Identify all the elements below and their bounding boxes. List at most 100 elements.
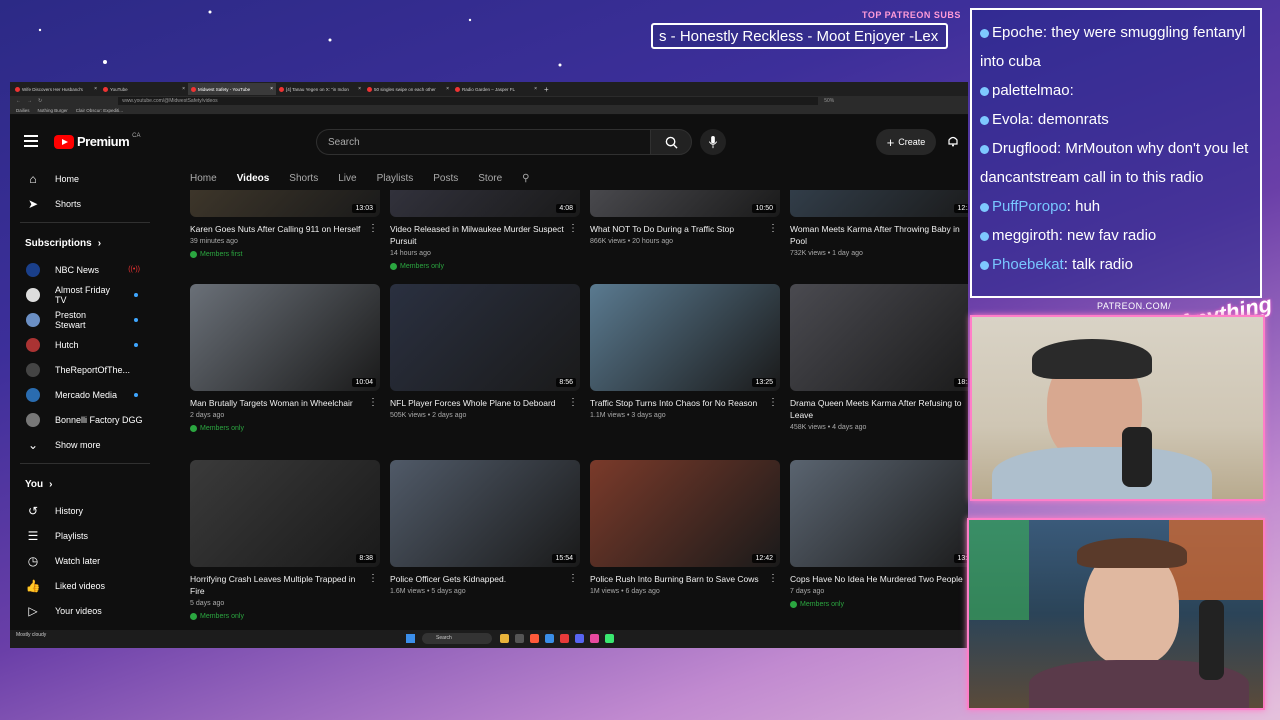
- chat-username[interactable]: PuffPoropo: [992, 198, 1067, 215]
- bookmark-item[interactable]: Clair Obscur: Expediti...: [76, 108, 123, 113]
- sidebar-item-subscription[interactable]: TheReportOfThe...: [10, 357, 160, 382]
- taskbar-search[interactable]: Search: [422, 633, 492, 644]
- video-card[interactable]: 15:54 Police Officer Gets Kidnapped. ⋮ 1.6M…: [390, 460, 580, 595]
- close-tab-icon[interactable]: ×: [358, 86, 361, 92]
- create-button[interactable]: + Create: [876, 129, 936, 155]
- url-field[interactable]: www.youtube.com/@MidwestSafety/videos: [118, 97, 819, 105]
- chat-username[interactable]: palettelmao: [992, 82, 1070, 99]
- video-title[interactable]: Traffic Stop Turns Into Chaos for No Rea…: [590, 397, 780, 409]
- browser-tab[interactable]: Midwest Safety - YouTube ×: [188, 83, 276, 95]
- sidebar-item-subscription[interactable]: Almost Friday TV: [10, 282, 160, 307]
- back-icon[interactable]: ←: [16, 98, 21, 104]
- video-thumbnail[interactable]: 13:25: [590, 284, 780, 391]
- browser-tab[interactable]: [4] Tanau Yegen on X: "in Indon ×: [276, 83, 364, 95]
- close-tab-icon[interactable]: ×: [94, 86, 97, 92]
- search-input[interactable]: Search: [316, 129, 650, 155]
- video-title[interactable]: Horrifying Crash Leaves Multiple Trapped…: [190, 573, 380, 597]
- video-thumbnail[interactable]: 4:08: [390, 190, 580, 217]
- forward-icon[interactable]: →: [27, 98, 32, 104]
- bookmark-item[interactable]: Nothing Burger: [38, 108, 68, 113]
- tab-videos[interactable]: Videos: [237, 173, 270, 184]
- video-card[interactable]: 10:04 Man Brutally Targets Woman in Wheel…: [190, 284, 380, 437]
- close-tab-icon[interactable]: ×: [182, 86, 185, 92]
- browser-tab[interactable]: Wife Discovers Her Husband's ×: [12, 83, 100, 95]
- more-actions-icon[interactable]: ⋮: [568, 573, 578, 584]
- sidebar-item-subscription[interactable]: NBC News ((•)): [10, 257, 160, 282]
- explorer-icon[interactable]: [500, 634, 509, 643]
- video-card[interactable]: 4:08 Video Released in Milwaukee Murder S…: [390, 190, 580, 275]
- video-thumbnail[interactable]: 13:...: [790, 460, 968, 567]
- tab-shorts[interactable]: Shorts: [289, 173, 318, 184]
- more-actions-icon[interactable]: ⋮: [768, 397, 778, 408]
- sidebar-item-history[interactable]: ↺ History: [10, 498, 160, 523]
- video-thumbnail[interactable]: 13:03: [190, 190, 380, 217]
- video-card[interactable]: 10:50 What NOT To Do During a Traffic Sto…: [590, 190, 780, 245]
- chat-username[interactable]: Epoche: [992, 24, 1043, 41]
- more-actions-icon[interactable]: ⋮: [368, 223, 378, 234]
- chat-username[interactable]: Drugflood: [992, 140, 1057, 157]
- video-card[interactable]: 8:38 Horrifying Crash Leaves Multiple Tra…: [190, 460, 380, 625]
- youtube-logo[interactable]: Premium CA: [54, 133, 140, 149]
- video-thumbnail[interactable]: 12:...: [790, 190, 968, 217]
- app-icon[interactable]: [560, 634, 569, 643]
- bookmark-item[interactable]: Dailies: [16, 108, 30, 113]
- video-card[interactable]: 13:... Cops Have No Idea He Murdered Two …: [790, 460, 968, 613]
- show-more-button[interactable]: ⌄ Show more: [10, 432, 160, 457]
- windows-start-icon[interactable]: [406, 634, 415, 643]
- channel-search-icon[interactable]: ⚲: [522, 173, 529, 184]
- tab-home[interactable]: Home: [190, 173, 217, 184]
- video-title[interactable]: Woman Meets Karma After Throwing Baby in…: [790, 223, 968, 247]
- zoom-level[interactable]: 50%: [824, 98, 834, 104]
- video-title[interactable]: Man Brutally Targets Woman in Wheelchair: [190, 397, 380, 409]
- you-header[interactable]: You ›: [10, 470, 160, 498]
- chat-username[interactable]: Evola: [992, 111, 1030, 128]
- close-tab-icon[interactable]: ×: [534, 86, 537, 92]
- sidebar-item-your-videos[interactable]: ▷ Your videos: [10, 598, 160, 623]
- sidebar-item-liked-videos[interactable]: 👍 Liked videos: [10, 573, 160, 598]
- video-card[interactable]: 13:25 Traffic Stop Turns Into Chaos for N…: [590, 284, 780, 419]
- video-thumbnail[interactable]: 8:38: [190, 460, 380, 567]
- search-button[interactable]: [650, 129, 692, 155]
- video-card[interactable]: 12:... Woman Meets Karma After Throwing B…: [790, 190, 968, 257]
- new-tab-icon[interactable]: +: [544, 85, 549, 94]
- taskview-icon[interactable]: [515, 634, 524, 643]
- app-icon[interactable]: [590, 634, 599, 643]
- video-title[interactable]: Police Officer Gets Kidnapped.: [390, 573, 580, 585]
- app-icon[interactable]: [545, 634, 554, 643]
- video-title[interactable]: Drama Queen Meets Karma After Refusing t…: [790, 397, 968, 421]
- more-actions-icon[interactable]: ⋮: [368, 397, 378, 408]
- sidebar-item-subscription[interactable]: Hutch: [10, 332, 160, 357]
- sidebar-item-subscription[interactable]: Preston Stewart: [10, 307, 160, 332]
- video-title[interactable]: Video Released in Milwaukee Murder Suspe…: [390, 223, 580, 247]
- video-thumbnail[interactable]: 10:04: [190, 284, 380, 391]
- browser-tab[interactable]: 50 singles swipe on each other ×: [364, 83, 452, 95]
- discord-icon[interactable]: [575, 634, 584, 643]
- video-title[interactable]: NFL Player Forces Whole Plane to Deboard: [390, 397, 580, 409]
- video-title[interactable]: Cops Have No Idea He Murdered Two People: [790, 573, 968, 585]
- close-tab-icon[interactable]: ×: [446, 86, 449, 92]
- browser-tab[interactable]: YouTube ×: [100, 83, 188, 95]
- tab-posts[interactable]: Posts: [433, 173, 458, 184]
- sidebar-item-home[interactable]: ⌂ Home: [10, 166, 160, 191]
- video-title[interactable]: Police Rush Into Burning Barn to Save Co…: [590, 573, 780, 585]
- tab-store[interactable]: Store: [478, 173, 502, 184]
- app-icon[interactable]: [530, 634, 539, 643]
- more-actions-icon[interactable]: ⋮: [768, 223, 778, 234]
- video-thumbnail[interactable]: 10:50: [590, 190, 780, 217]
- video-card[interactable]: 18:... Drama Queen Meets Karma After Refu…: [790, 284, 968, 431]
- chrome-icon[interactable]: [605, 634, 614, 643]
- sidebar-item-subscription[interactable]: Bonnelli Factory DGG: [10, 407, 160, 432]
- notifications-bell-icon[interactable]: [947, 135, 959, 147]
- more-actions-icon[interactable]: ⋮: [568, 397, 578, 408]
- tab-live[interactable]: Live: [338, 173, 356, 184]
- chat-username[interactable]: meggiroth: [992, 227, 1059, 244]
- more-actions-icon[interactable]: ⋮: [768, 573, 778, 584]
- tab-playlists[interactable]: Playlists: [377, 173, 414, 184]
- reload-icon[interactable]: ↻: [38, 98, 42, 104]
- sidebar-item-subscription[interactable]: Mercado Media: [10, 382, 160, 407]
- video-card[interactable]: 13:03 Karen Goes Nuts After Calling 911 o…: [190, 190, 380, 263]
- weather-widget[interactable]: Mostly cloudy: [16, 632, 46, 638]
- sidebar-item-shorts[interactable]: ➤ Shorts: [10, 191, 160, 216]
- chat-username[interactable]: Phoebekat: [992, 256, 1064, 273]
- close-tab-icon[interactable]: ×: [270, 86, 273, 92]
